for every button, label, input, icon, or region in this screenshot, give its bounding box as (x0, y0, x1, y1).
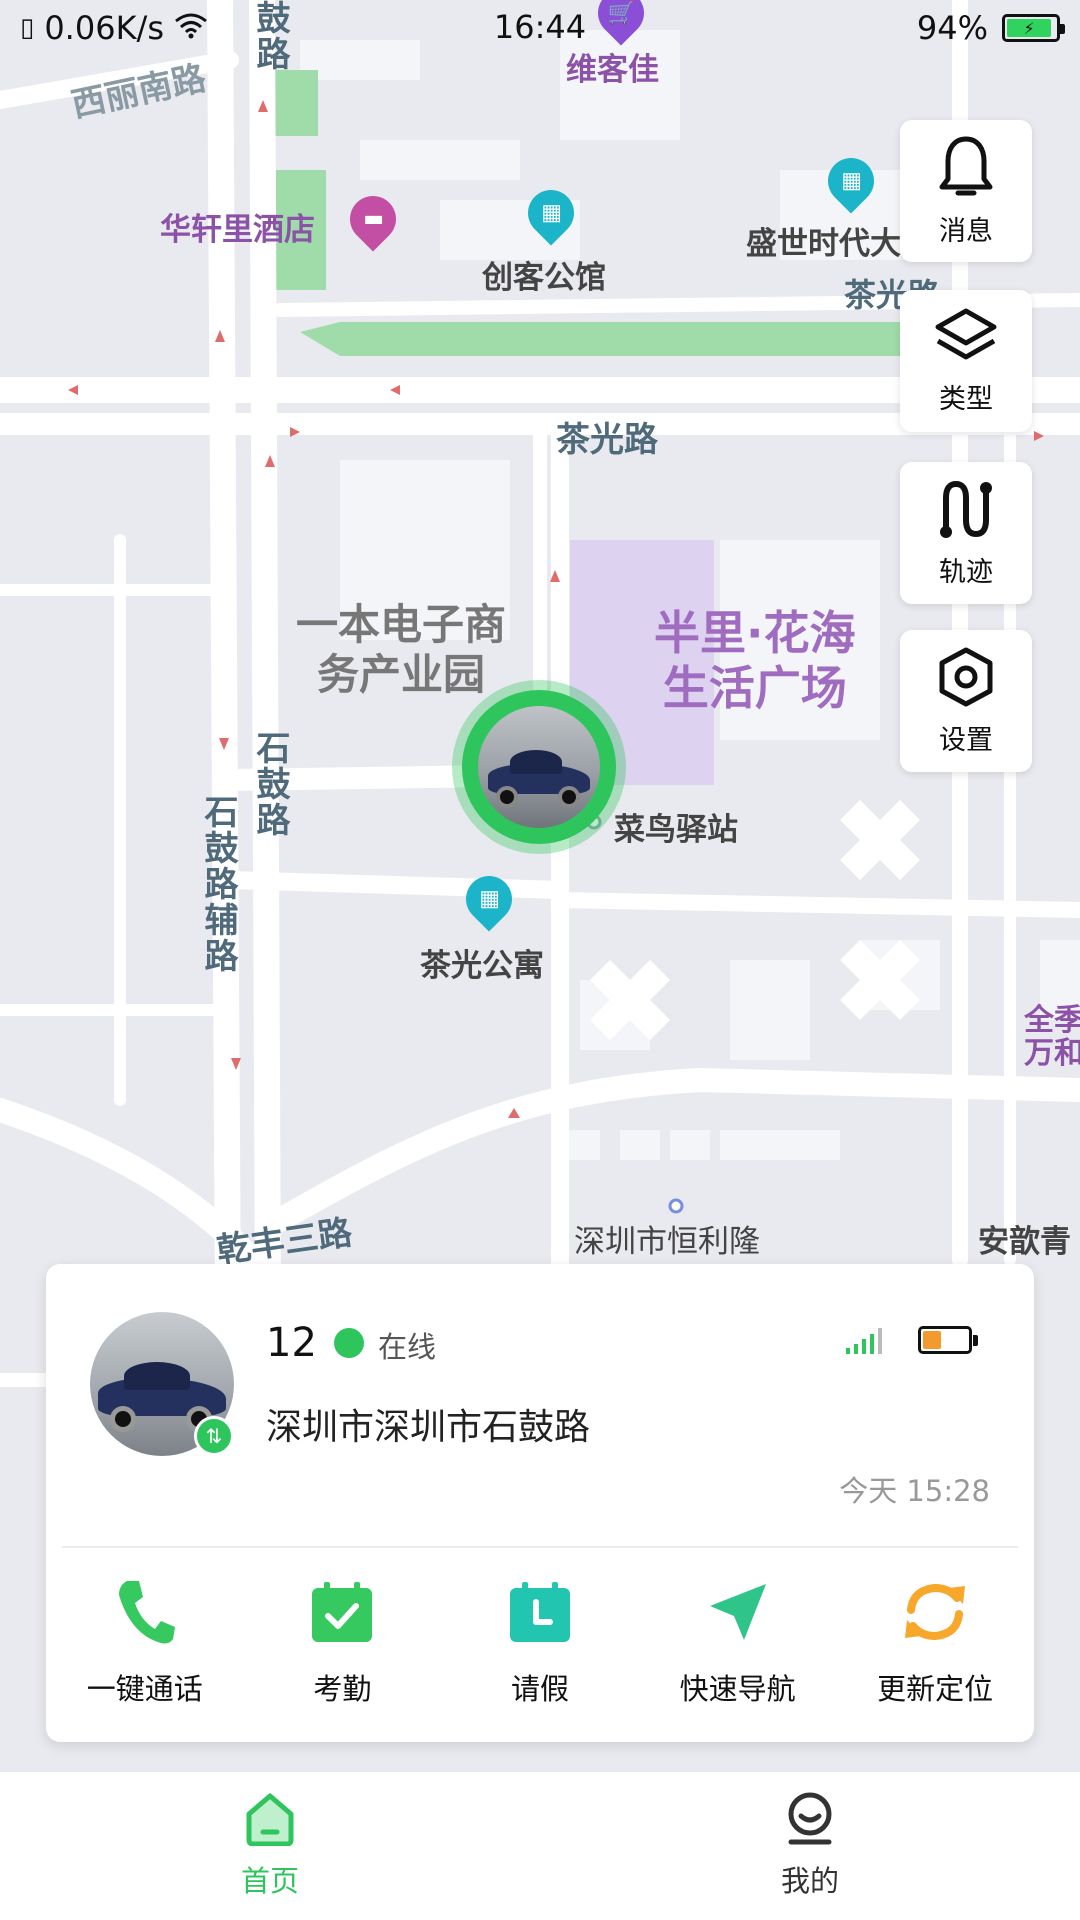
network-speed: 0.06K/s (44, 9, 164, 47)
vehicle-info-card[interactable]: ⇅ 12 在线 深圳市深圳市石鼓路 今天 15:28 一键通话 考勤 请假 快速… (46, 1264, 1034, 1742)
profile-icon (785, 1792, 835, 1850)
phone-icon (109, 1576, 181, 1648)
refresh-location-icon (899, 1576, 971, 1648)
district-banli: 半里·花海 生活广场 (654, 606, 856, 716)
vehicle-address: 深圳市深圳市石鼓路 (266, 1407, 591, 1448)
track-icon (936, 478, 996, 544)
track-label: 轨迹 (939, 556, 993, 588)
battery-icon: ⚡ (1002, 14, 1065, 42)
tab-profile[interactable]: 我的 (540, 1772, 1080, 1920)
tab-profile-label: 我的 (780, 1864, 839, 1898)
settings-label: 设置 (939, 724, 993, 756)
update-location-button[interactable]: 更新定位 (836, 1564, 1034, 1724)
vehicle-id: 12 (266, 1320, 317, 1366)
signal-strength-icon (846, 1324, 890, 1356)
attendance-label: 考勤 (313, 1672, 372, 1706)
wifi-icon (174, 9, 208, 47)
road-label-shigu-aux: 石鼓路辅路 (198, 794, 238, 974)
card-divider (62, 1546, 1018, 1548)
settings-icon (936, 646, 996, 712)
tab-home[interactable]: 首页 (0, 1772, 540, 1920)
online-status-dot (334, 1328, 364, 1358)
leave-button[interactable]: 请假 (441, 1564, 639, 1724)
bottom-tab-bar: 首页 我的 (0, 1772, 1080, 1920)
update-timestamp: 今天 15:28 (839, 1474, 990, 1508)
leave-icon (504, 1576, 576, 1648)
poi-henglilong[interactable]: 深圳市恒利隆 (574, 1216, 760, 1261)
road-label-shigu: 石鼓路 (250, 730, 290, 838)
attendance-icon (306, 1576, 378, 1648)
track-button[interactable]: 轨迹 (900, 462, 1032, 604)
messages-button[interactable]: 消息 (900, 120, 1032, 262)
map-type-label: 类型 (939, 383, 993, 415)
vehicle-photo (478, 706, 600, 828)
poi-shengshi[interactable]: 盛世时代大 (746, 218, 901, 263)
road-label-chaguang: 茶光路 (556, 420, 658, 460)
poi-huaxuanli-hotel[interactable]: 华轩里酒店 (160, 204, 315, 249)
tab-home-label: 首页 (240, 1864, 299, 1898)
settings-button[interactable]: 设置 (900, 630, 1032, 772)
home-icon (245, 1792, 295, 1850)
bell-icon (938, 135, 994, 203)
call-label: 一键通话 (86, 1672, 203, 1706)
map-type-button[interactable]: 类型 (900, 290, 1032, 432)
leave-label: 请假 (510, 1672, 569, 1706)
call-button[interactable]: 一键通话 (46, 1564, 244, 1724)
vehicle-marker[interactable] (462, 690, 616, 844)
poi-chaguang-apartment[interactable]: 茶光公寓 (420, 940, 544, 985)
navigation-icon (702, 1576, 774, 1648)
device-battery-icon (918, 1326, 978, 1354)
messages-label: 消息 (939, 215, 993, 247)
quick-actions: 一键通话 考勤 请假 快速导航 更新定位 (46, 1564, 1034, 1724)
quick-navigation-button[interactable]: 快速导航 (639, 1564, 837, 1724)
poi-cainiao[interactable]: 菜鸟驿站 (614, 804, 738, 849)
online-status-text: 在线 (378, 1330, 437, 1364)
district-yiben-park: 一本电子商 务产业园 (296, 600, 507, 700)
poi-quanji[interactable]: 全季 万和 (1024, 1004, 1080, 1070)
layers-icon (934, 307, 998, 371)
sim-icon: ▯ (20, 13, 35, 43)
poi-chuangke[interactable]: 创客公馆 (482, 252, 606, 297)
attendance-button[interactable]: 考勤 (244, 1564, 442, 1724)
swap-arrows-icon: ⇅ (194, 1416, 234, 1456)
update-location-label: 更新定位 (877, 1672, 994, 1706)
poi-anxin[interactable]: 安歆青 (978, 1216, 1071, 1261)
status-bar: ▯ 0.06K/s 16:44 94% ⚡ (0, 0, 1080, 56)
navigation-label: 快速导航 (679, 1672, 796, 1706)
battery-percent: 94% (916, 9, 988, 47)
clock: 16:44 (493, 8, 587, 46)
